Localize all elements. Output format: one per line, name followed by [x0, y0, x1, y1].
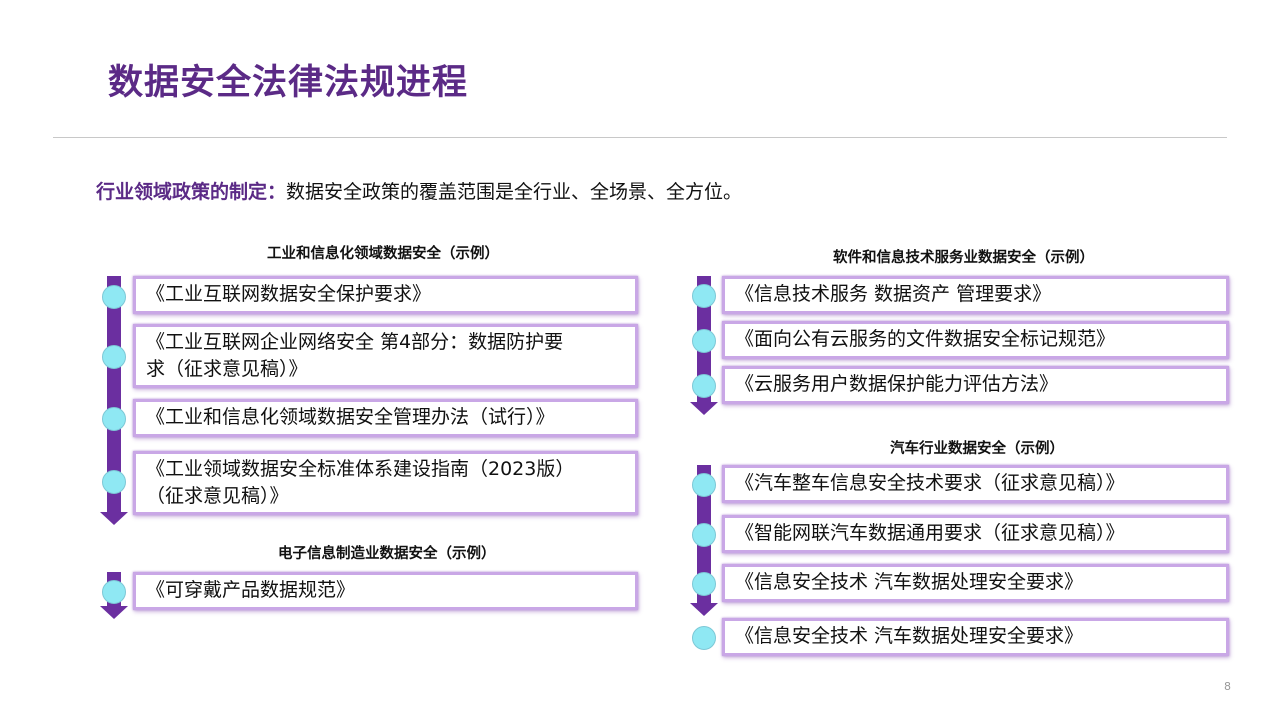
policy-item: 《信息技术服务 数据资产 管理要求》	[722, 276, 1229, 314]
policy-item: 《信息安全技术 汽车数据处理安全要求》	[722, 564, 1229, 602]
title-divider	[53, 137, 1227, 138]
timeline-arrow-software	[690, 402, 718, 415]
timeline-dot	[692, 473, 716, 497]
policy-item-label: 《云服务用户数据保护能力评估方法》	[735, 373, 1059, 395]
policy-item-label: 《工业领域数据安全标准体系建设指南（2023版）	[146, 458, 575, 480]
timeline-dot	[692, 284, 716, 308]
policy-item-label: 《信息安全技术 汽车数据处理安全要求》	[735, 571, 1084, 593]
policy-item-label: 《面向公有云服务的文件数据安全标记规范》	[735, 328, 1116, 350]
timeline-arrow-electronics	[100, 606, 128, 619]
policy-item-label: 《信息安全技术 汽车数据处理安全要求》	[735, 625, 1084, 647]
timeline-arrow-industry	[100, 512, 128, 525]
timeline-dot	[692, 523, 716, 547]
intro-lead: 行业领域政策的制定：	[96, 181, 287, 203]
policy-item-label: 《可穿戴产品数据规范》	[146, 579, 356, 601]
policy-item: 《工业互联网企业网络安全 第4部分：数据防护要 求（征求意见稿）》	[133, 324, 638, 388]
policy-item-label: 《工业互联网数据安全保护要求》	[146, 283, 432, 305]
policy-item: 《云服务用户数据保护能力评估方法》	[722, 366, 1229, 404]
timeline-dot	[692, 329, 716, 353]
policy-item: 《信息安全技术 汽车数据处理安全要求》	[722, 618, 1229, 656]
timeline-dot	[102, 285, 126, 309]
timeline-dot	[692, 572, 716, 596]
policy-item-label: 《汽车整车信息安全技术要求（征求意见稿）》	[735, 472, 1125, 494]
policy-item: 《汽车整车信息安全技术要求（征求意见稿）》	[722, 465, 1229, 503]
policy-item-label: 《智能网联汽车数据通用要求（征求意见稿）》	[735, 522, 1125, 544]
timeline-dot	[102, 470, 126, 494]
group-title-industry: 工业和信息化领域数据安全（示例）	[267, 246, 499, 262]
policy-item: 《可穿戴产品数据规范》	[133, 572, 638, 610]
policy-item: 《工业和信息化领域数据安全管理办法（试行）》	[133, 399, 638, 437]
page-title: 数据安全法律法规进程	[108, 63, 469, 103]
policy-item-label: 《工业和信息化领域数据安全管理办法（试行）》	[146, 406, 555, 428]
page-number: 8	[1224, 680, 1231, 693]
intro-body: 数据安全政策的覆盖范围是全行业、全场景、全方位。	[286, 181, 743, 203]
policy-item-label-cont: 求（征求意见稿）》	[146, 358, 308, 380]
policy-item: 《智能网联汽车数据通用要求（征求意见稿）》	[722, 515, 1229, 553]
timeline-dot	[102, 345, 126, 369]
policy-item-label: 《信息技术服务 数据资产 管理要求》	[735, 283, 1052, 305]
timeline-dot	[692, 374, 716, 398]
policy-item: 《面向公有云服务的文件数据安全标记规范》	[722, 321, 1229, 359]
timeline-arrow-auto	[690, 603, 718, 616]
policy-item-label-cont: （征求意见稿）》	[146, 485, 289, 507]
policy-item-label: 《工业互联网企业网络安全 第4部分：数据防护要	[146, 331, 564, 353]
group-title-auto: 汽车行业数据安全（示例）	[890, 441, 1064, 457]
intro-text: 行业领域政策的制定：数据安全政策的覆盖范围是全行业、全场景、全方位。	[96, 177, 742, 204]
group-title-software: 软件和信息技术服务业数据安全（示例）	[833, 250, 1094, 266]
timeline-dot	[102, 407, 126, 431]
policy-item: 《工业领域数据安全标准体系建设指南（2023版） （征求意见稿）》	[133, 451, 638, 515]
timeline-dot	[692, 626, 716, 650]
policy-item: 《工业互联网数据安全保护要求》	[133, 276, 638, 314]
timeline-dot	[102, 580, 126, 604]
group-title-electronics: 电子信息制造业数据安全（示例）	[278, 546, 496, 562]
